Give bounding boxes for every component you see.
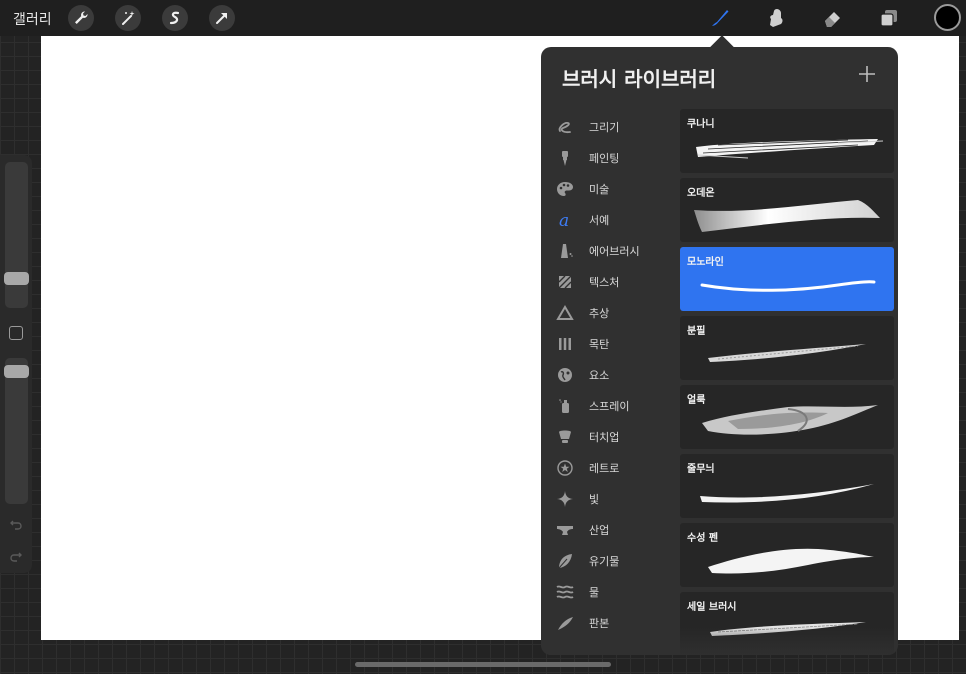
- smudge-icon[interactable]: [763, 5, 789, 31]
- brush-stroke-preview: [702, 405, 878, 435]
- lightbulb-icon: [555, 427, 575, 447]
- panel-title: 브러시 라이브러리: [562, 67, 717, 91]
- category-item[interactable]: 스프레이: [541, 390, 677, 421]
- globe-icon: [555, 365, 575, 385]
- category-item[interactable]: 에어브러시: [541, 235, 677, 266]
- layers-icon[interactable]: [876, 5, 902, 31]
- triangle-icon: [555, 303, 575, 323]
- brush-size-slider-thumb[interactable]: [4, 272, 29, 286]
- leaf-icon: [555, 551, 575, 571]
- brush-icon[interactable]: [707, 5, 733, 31]
- paint-brush-icon: [555, 148, 575, 168]
- airbrush-icon: [555, 241, 575, 261]
- opacity-slider-thumb[interactable]: [4, 364, 29, 378]
- opacity-slider[interactable]: [5, 358, 28, 504]
- category-item[interactable]: a 서예: [541, 204, 677, 235]
- redo-icon[interactable]: [9, 549, 23, 563]
- category-item[interactable]: 미술: [541, 173, 677, 204]
- home-indicator[interactable]: [355, 662, 611, 667]
- category-item[interactable]: 터치업: [541, 421, 677, 452]
- anvil-icon: [555, 520, 575, 540]
- gallery-button[interactable]: 갤러리: [13, 9, 52, 29]
- brush-stroke-preview: [694, 200, 880, 232]
- charcoal-icon: [555, 334, 575, 354]
- left-sidebar: [0, 155, 32, 573]
- retro-star-icon: [555, 458, 575, 478]
- magic-wand-icon[interactable]: [115, 5, 141, 31]
- waves-icon: [555, 582, 575, 602]
- svg-text:a: a: [559, 211, 569, 229]
- category-item[interactable]: 레트로: [541, 452, 677, 483]
- category-item[interactable]: 요소: [541, 359, 677, 390]
- brush-size-slider[interactable]: [5, 162, 28, 308]
- category-item[interactable]: 빛: [541, 483, 677, 514]
- brush-stroke-preview: [708, 344, 866, 362]
- wrench-icon[interactable]: [68, 5, 94, 31]
- category-item[interactable]: 물: [541, 576, 677, 607]
- undo-icon[interactable]: [9, 517, 23, 531]
- calligraphy-a-icon: a: [555, 210, 575, 230]
- selection-icon[interactable]: [162, 5, 188, 31]
- palette-icon: [555, 179, 575, 199]
- texture-icon: [555, 272, 575, 292]
- transform-arrow-icon[interactable]: [209, 5, 235, 31]
- modify-button[interactable]: [9, 326, 23, 340]
- brush-card[interactable]: 오데온: [680, 178, 894, 242]
- category-item[interactable]: 추상: [541, 297, 677, 328]
- brush-card[interactable]: 줄무늬: [680, 454, 894, 518]
- category-item[interactable]: 산업: [541, 514, 677, 545]
- category-item[interactable]: 페인팅: [541, 142, 677, 173]
- add-brush-icon[interactable]: [856, 63, 878, 85]
- brush-card[interactable]: 쿠나니: [680, 109, 894, 173]
- brush-stroke-preview: [700, 280, 876, 292]
- brush-card-selected[interactable]: 모노라인: [680, 247, 894, 311]
- brush-card[interactable]: 얼룩: [680, 385, 894, 449]
- brush-stroke-preview: [696, 139, 884, 159]
- category-item[interactable]: 텍스처: [541, 266, 677, 297]
- category-item[interactable]: 그리기: [541, 111, 677, 142]
- brush-stroke-preview: [700, 484, 874, 503]
- sketch-squiggle-icon: [555, 117, 575, 137]
- color-picker-button[interactable]: [934, 4, 961, 31]
- category-item[interactable]: 유기물: [541, 545, 677, 576]
- brush-card[interactable]: 분필: [680, 316, 894, 380]
- brush-stroke-preview: [708, 548, 874, 574]
- top-toolbar: 갤러리: [0, 0, 966, 36]
- sparkle-icon: [555, 489, 575, 509]
- panel-scroll-fade: [541, 627, 898, 655]
- spray-can-icon: [555, 396, 575, 416]
- brush-library-panel: 브러시 라이브러리 그리기 페인팅 미술 a 서예 에어브러시 텍스처 추상 목…: [541, 47, 898, 655]
- brush-card[interactable]: 수성 펜: [680, 523, 894, 587]
- category-item[interactable]: 목탄: [541, 328, 677, 359]
- eraser-icon[interactable]: [820, 5, 846, 31]
